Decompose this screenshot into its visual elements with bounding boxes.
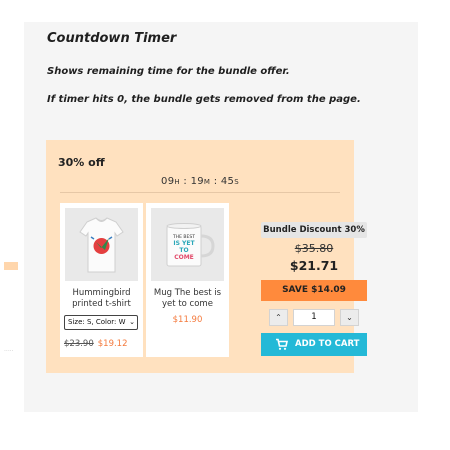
timer-hours-unit: H [174, 178, 180, 186]
section-title: Countdown Timer [47, 31, 177, 46]
mug-image[interactable]: THE BEST IS YET TO COME [151, 208, 224, 281]
chevron-down-icon: ⌄ [346, 313, 353, 322]
content-panel: Countdown Timer Shows remaining time for… [24, 22, 418, 412]
bundle-box: 30% off 09H : 19M : 45S Hummingbird prin… [46, 140, 367, 373]
quantity-input[interactable]: 1 [293, 309, 335, 326]
product-name[interactable]: Mug The best is yet to come [148, 288, 227, 310]
divider [60, 192, 340, 193]
description-line-2: If timer hits 0, the bundle gets removed… [47, 94, 361, 105]
variant-select-value: Size: S, Color: W [68, 318, 126, 326]
sale-price: $19.12 [97, 339, 128, 349]
discount-badge: 30% off [58, 156, 105, 169]
description-line-1: Shows remaining time for the bundle offe… [47, 66, 290, 77]
save-banner: SAVE $14.09 [261, 280, 367, 301]
side-marker [4, 262, 18, 270]
product-card-mug: THE BEST IS YET TO COME Mug The best is … [146, 203, 229, 357]
bundle-discount-label: Bundle Discount 30% [261, 222, 367, 238]
quantity-decrease-button[interactable]: ⌄ [340, 309, 359, 326]
product-price: $11.90 [172, 315, 203, 325]
timer-seconds: 45 [220, 176, 235, 187]
mug-text-2: IS YET [173, 240, 195, 247]
add-to-cart-label: ADD TO CART [295, 339, 360, 349]
side-dots: ..... [4, 346, 14, 353]
countdown-timer: 09H : 19M : 45S [161, 176, 239, 187]
product-card-tshirt: Hummingbird printed t-shirt Size: S, Col… [60, 203, 143, 357]
old-price: $23.90 [64, 339, 94, 349]
timer-minutes: 19 [190, 176, 204, 187]
cart-icon [276, 338, 288, 350]
product-price: $23.90 $19.12 [64, 339, 128, 349]
chevron-up-icon: ⌃ [275, 313, 282, 322]
mug-text-4: COME [174, 254, 194, 261]
final-total: $21.71 [289, 258, 339, 273]
original-total: $35.80 [294, 242, 334, 255]
mug-text-3: TO [179, 247, 188, 254]
timer-minutes-unit: M [203, 178, 211, 186]
variant-select[interactable]: Size: S, Color: W ⌄ [64, 315, 138, 330]
product-name[interactable]: Hummingbird printed t-shirt [62, 288, 141, 310]
timer-hours: 09 [161, 176, 175, 187]
quantity-increase-button[interactable]: ⌃ [269, 309, 288, 326]
tshirt-image[interactable] [65, 208, 138, 281]
timer-seconds-unit: S [234, 178, 239, 186]
chevron-down-icon: ⌄ [129, 318, 135, 326]
add-to-cart-button[interactable]: ADD TO CART [261, 333, 367, 356]
